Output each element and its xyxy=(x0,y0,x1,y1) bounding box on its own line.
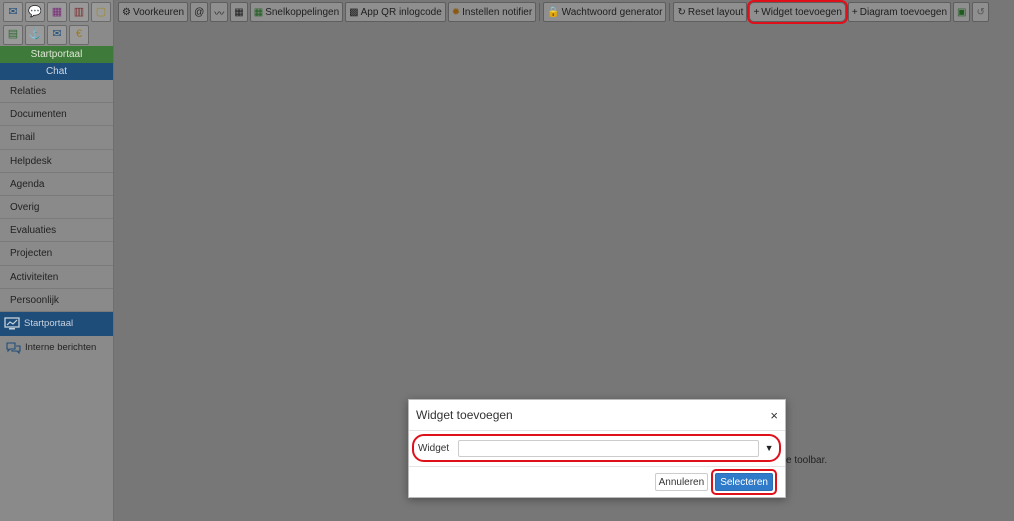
annuleren-button[interactable]: Annuleren xyxy=(654,473,709,491)
nav-item-interne-berichten-label: Interne berichten xyxy=(25,342,97,354)
reset-layout-label: Reset layout xyxy=(687,6,744,18)
euro-icon[interactable]: € xyxy=(69,24,89,45)
envelope-icon[interactable]: ✉ xyxy=(47,24,67,45)
nav-item-documenten[interactable]: Documenten xyxy=(0,103,113,127)
nav-item-relaties[interactable]: Relaties xyxy=(0,80,113,104)
undo-icon: ↺ xyxy=(976,6,985,18)
dialog-header: Widget toevoegen × xyxy=(409,400,785,431)
floppy-disk-icon: ▣ xyxy=(957,6,967,18)
sliders-icon: ⚙ xyxy=(122,6,131,18)
at-sign-icon: @ xyxy=(194,6,205,18)
background-hint-text: e toolbar. xyxy=(786,455,828,466)
building-icon[interactable]: ▥ xyxy=(69,2,89,22)
widget-field-label: Widget xyxy=(418,442,450,454)
diagram-toevoegen-button[interactable]: + Diagram toevoegen xyxy=(847,2,952,22)
selecteren-highlight: Selecteren xyxy=(711,469,777,495)
cog-icon: ✹ xyxy=(451,6,461,18)
wachtwoord-generator-button[interactable]: 🔒 Wachtwoord generator xyxy=(543,2,667,22)
widget-toevoegen-dialog: Widget toevoegen × Widget ▼ Annuleren Se… xyxy=(408,399,786,498)
plus-icon: + xyxy=(851,6,858,18)
snelkoppelingen-label: Snelkoppelingen xyxy=(265,6,340,18)
note-icon[interactable]: ▢ xyxy=(91,2,111,22)
calendar-icon[interactable]: ▦ xyxy=(47,2,67,22)
dashboard-icon xyxy=(4,317,20,330)
reset-layout-button[interactable]: ↻ Reset layout xyxy=(673,2,748,22)
mail-icon[interactable]: ✉ xyxy=(3,2,23,22)
chat-bubbles-icon xyxy=(6,342,21,354)
nav-list: Relaties Documenten Email Helpdesk Agend… xyxy=(0,80,113,312)
app-icon-grid: ✉ 💬 ▦ ▥ ▢ ▤ ⚓ ✉ € xyxy=(0,0,113,46)
close-icon[interactable]: × xyxy=(770,408,778,423)
chat-pill[interactable]: Chat xyxy=(0,63,113,80)
table-icon: ▦ xyxy=(234,6,244,18)
selecteren-button[interactable]: Selecteren xyxy=(715,473,773,491)
nav-item-projecten[interactable]: Projecten xyxy=(0,242,113,266)
undo-button[interactable]: ↺ xyxy=(972,2,989,22)
refresh-icon: ↻ xyxy=(677,6,686,18)
grid-icon: ▦ xyxy=(253,6,264,18)
save-button[interactable]: ▣ xyxy=(953,2,971,22)
voorkeuren-label: Voorkeuren xyxy=(132,6,185,18)
nav-item-evaluaties[interactable]: Evaluaties xyxy=(0,219,113,243)
nav-item-email[interactable]: Email xyxy=(0,126,113,150)
qr-icon: ▩ xyxy=(349,6,359,18)
toolbar-divider xyxy=(539,3,541,21)
nav-item-helpdesk[interactable]: Helpdesk xyxy=(0,150,113,173)
chat-icon[interactable]: 💬 xyxy=(25,2,45,22)
app-qr-button[interactable]: ▩ App QR inlogcode xyxy=(345,2,446,22)
instellen-notifier-button[interactable]: ✹ Instellen notifier xyxy=(447,2,537,22)
plus-icon: + xyxy=(753,6,760,18)
signature-button[interactable]: 〰 xyxy=(210,2,229,22)
nav-item-startportaal-label: Startportaal xyxy=(24,318,74,330)
snelkoppelingen-button[interactable]: ▦ Snelkoppelingen xyxy=(249,2,344,22)
toolbar: ⚙ Voorkeuren @ 〰 ▦ ▦ Snelkoppelingen ▩ A… xyxy=(116,0,1014,24)
app-qr-label: App QR inlogcode xyxy=(360,6,442,18)
dialog-title: Widget toevoegen xyxy=(416,408,513,422)
voorkeuren-button[interactable]: ⚙ Voorkeuren xyxy=(118,2,189,22)
signature-icon: 〰 xyxy=(214,8,225,20)
nav-item-startportaal[interactable]: Startportaal xyxy=(0,311,113,336)
caret-down-icon[interactable]: ▼ xyxy=(759,443,779,453)
wachtwoord-generator-label: Wachtwoord generator xyxy=(561,6,663,18)
toolbar-divider xyxy=(669,3,671,21)
sidebar: ✉ 💬 ▦ ▥ ▢ ▤ ⚓ ✉ € Startportaal Chat Relaties Doc… xyxy=(0,0,114,521)
diagram-toevoegen-label: Diagram toevoegen xyxy=(859,6,948,18)
widget-toevoegen-label: Widget toevoegen xyxy=(761,6,842,18)
startportaal-pill[interactable]: Startportaal xyxy=(0,46,113,63)
nav-item-activiteiten[interactable]: Activiteiten xyxy=(0,266,113,289)
dialog-body: Widget ▼ xyxy=(409,431,785,467)
nav-item-persoonlijk[interactable]: Persoonlijk xyxy=(0,289,113,312)
widget-toevoegen-button[interactable]: + Widget toevoegen xyxy=(747,0,848,24)
nav-item-overig[interactable]: Overig xyxy=(0,196,113,220)
lock-icon: 🔒 xyxy=(547,6,560,18)
widget-select[interactable] xyxy=(457,439,760,457)
nav-item-agenda[interactable]: Agenda xyxy=(0,173,113,196)
table-button[interactable]: ▦ xyxy=(230,2,248,22)
nav-item-interne-berichten[interactable]: Interne berichten xyxy=(0,336,113,360)
widget-field: Widget ▼ xyxy=(412,434,781,462)
spreadsheet-icon[interactable]: ▤ xyxy=(3,24,23,45)
dialog-footer: Annuleren Selecteren xyxy=(409,467,785,497)
instellen-notifier-label: Instellen notifier xyxy=(462,6,533,18)
at-sign-button[interactable]: @ xyxy=(190,2,209,22)
anchor-icon[interactable]: ⚓ xyxy=(25,24,45,45)
